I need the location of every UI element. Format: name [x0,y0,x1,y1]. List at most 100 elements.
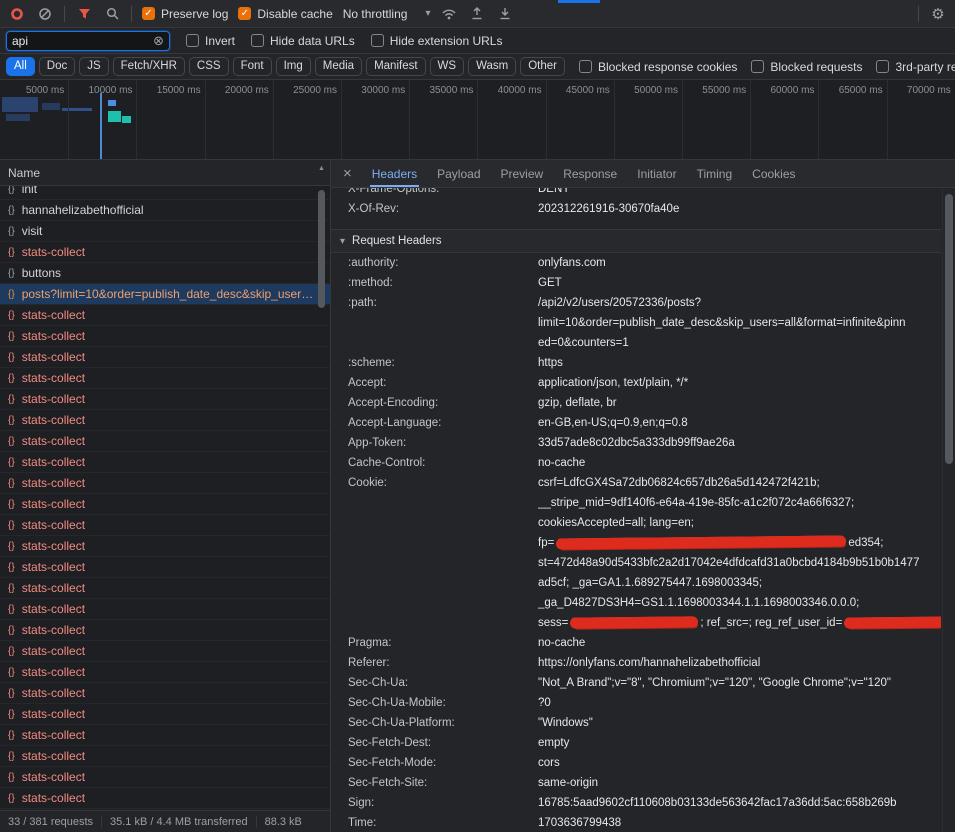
filter-chip-fetch-xhr[interactable]: Fetch/XHR [113,57,185,77]
request-row[interactable]: {}stats-collect [0,641,330,662]
third-party-requests-checkbox[interactable]: 3rd-party requests [876,60,955,74]
header-value-line: "Not_A Brand";v="8", "Chromium";v="120",… [538,673,941,693]
hide-data-urls-checkbox[interactable]: Hide data URLs [251,34,355,48]
tab-response[interactable]: Response [553,160,627,187]
header-value: gzip, deflate, br [538,393,941,413]
preserve-log-checkbox[interactable]: Preserve log [142,7,228,21]
overview-strip[interactable]: 5000 ms10000 ms15000 ms20000 ms25000 ms3… [0,80,955,160]
request-row[interactable]: {}stats-collect [0,305,330,326]
request-row[interactable]: {}stats-collect [0,683,330,704]
request-row[interactable]: {}stats-collect [0,389,330,410]
import-har-icon[interactable] [468,5,486,23]
request-row[interactable]: {}stats-collect [0,452,330,473]
filter-chip-media[interactable]: Media [315,57,362,77]
header-name: Accept-Encoding: [348,393,538,413]
request-headers-section-header[interactable]: ▾ Request Headers [331,229,941,253]
request-name: stats-collect [22,686,326,700]
settings-gear-icon[interactable]: ⚙ [929,5,947,23]
header-value: GET [538,273,941,293]
request-name: stats-collect [22,539,326,553]
request-row[interactable]: {}stats-collect [0,494,330,515]
blocked-requests-checkbox[interactable]: Blocked requests [751,60,862,74]
tab-initiator[interactable]: Initiator [627,160,686,187]
details-scrollbar[interactable] [942,189,955,832]
header-value-line: empty [538,733,941,753]
network-conditions-icon[interactable] [440,5,458,23]
invert-checkbox[interactable]: Invert [186,34,235,48]
export-har-icon[interactable] [496,5,514,23]
request-row[interactable]: {}stats-collect [0,326,330,347]
request-row[interactable]: {}stats-collect [0,473,330,494]
disable-cache-checkbox[interactable]: Disable cache [238,7,332,21]
tab-cookies[interactable]: Cookies [742,160,805,187]
checkbox-icon [751,60,764,73]
request-row[interactable]: {}hannahelizabethofficial [0,200,330,221]
request-row[interactable]: {}stats-collect [0,242,330,263]
request-row[interactable]: {}stats-collect [0,662,330,683]
request-row[interactable]: {}stats-collect [0,431,330,452]
overview-gridline [341,80,342,159]
name-column-header[interactable]: Name [0,160,330,186]
tab-headers[interactable]: Headers [362,160,427,187]
blocked-response-cookies-checkbox[interactable]: Blocked response cookies [579,60,737,74]
request-row[interactable]: {}stats-collect [0,725,330,746]
request-row[interactable]: {}stats-collect [0,767,330,788]
request-row[interactable]: {}stats-collect [0,599,330,620]
filter-input[interactable] [12,34,153,48]
request-row[interactable]: {}stats-collect [0,620,330,641]
filter-funnel-icon[interactable] [75,5,93,23]
request-row[interactable]: {}stats-collect [0,347,330,368]
request-row[interactable]: {}buttons [0,263,330,284]
filter-chip-css[interactable]: CSS [189,57,229,77]
filter-chip-img[interactable]: Img [276,57,311,77]
filter-chip-all[interactable]: All [6,57,35,77]
header-row: Referer:https://onlyfans.com/hannaheliza… [331,653,941,673]
filter-chip-ws[interactable]: WS [430,57,465,77]
filter-chip-wasm[interactable]: Wasm [468,57,516,77]
scroll-up-icon[interactable]: ▲ [316,162,327,174]
filter-bar: ⊗ Invert Hide data URLs Hide extension U… [0,28,955,54]
throttling-dropdown[interactable]: No throttling ▾ [343,7,431,21]
overview-gridline [409,80,410,159]
requests-panel: Name {}init{}hannahelizabethofficial{}vi… [0,160,331,832]
close-details-icon[interactable]: × [335,165,362,182]
header-value-line: csrf=LdfcGX4Sa72db06824c657db26a5d142472… [538,473,941,493]
requests-list: {}init{}hannahelizabethofficial{}visit{}… [0,186,330,810]
tab-timing[interactable]: Timing [687,160,743,187]
request-row[interactable]: {}stats-collect [0,809,330,810]
requests-scrollbar[interactable]: ▲ [316,162,327,808]
filter-chip-js[interactable]: JS [79,57,108,77]
filter-chip-other[interactable]: Other [520,57,565,77]
filter-chip-font[interactable]: Font [233,57,272,77]
request-row[interactable]: {}stats-collect [0,746,330,767]
script-braces-icon: {} [8,394,15,405]
header-name: X-Frame-Options: [348,188,538,199]
request-row[interactable]: {}stats-collect [0,578,330,599]
request-row[interactable]: {}init [0,186,330,200]
scrollbar-thumb[interactable] [318,190,325,308]
request-row[interactable]: {}stats-collect [0,368,330,389]
scrollbar-thumb[interactable] [945,194,953,464]
filter-chip-doc[interactable]: Doc [39,57,75,77]
request-row[interactable]: {}stats-collect [0,788,330,809]
request-row[interactable]: {}posts?limit=10&order=publish_date_desc… [0,284,330,305]
tab-payload[interactable]: Payload [427,160,490,187]
record-icon[interactable] [8,5,26,23]
hide-extension-urls-checkbox[interactable]: Hide extension URLs [371,34,503,48]
header-value-line: sess=; ref_src=; reg_ref_user_id= [538,613,941,633]
clear-network-log-icon[interactable] [36,5,54,23]
search-icon[interactable] [103,5,121,23]
request-row[interactable]: {}stats-collect [0,557,330,578]
clear-filter-icon[interactable]: ⊗ [153,34,164,47]
header-value-line: __stripe_mid=9df140f6-e64a-419e-85fc-a1c… [538,493,941,513]
overview-gridline [273,80,274,159]
request-row[interactable]: {}stats-collect [0,536,330,557]
request-row[interactable]: {}stats-collect [0,515,330,536]
header-row: Sec-Fetch-Site:same-origin [331,773,941,793]
request-row[interactable]: {}stats-collect [0,410,330,431]
request-row[interactable]: {}stats-collect [0,704,330,725]
request-row[interactable]: {}visit [0,221,330,242]
filter-chip-manifest[interactable]: Manifest [366,57,425,77]
tab-preview[interactable]: Preview [491,160,554,187]
overview-activity-bar [2,97,38,112]
